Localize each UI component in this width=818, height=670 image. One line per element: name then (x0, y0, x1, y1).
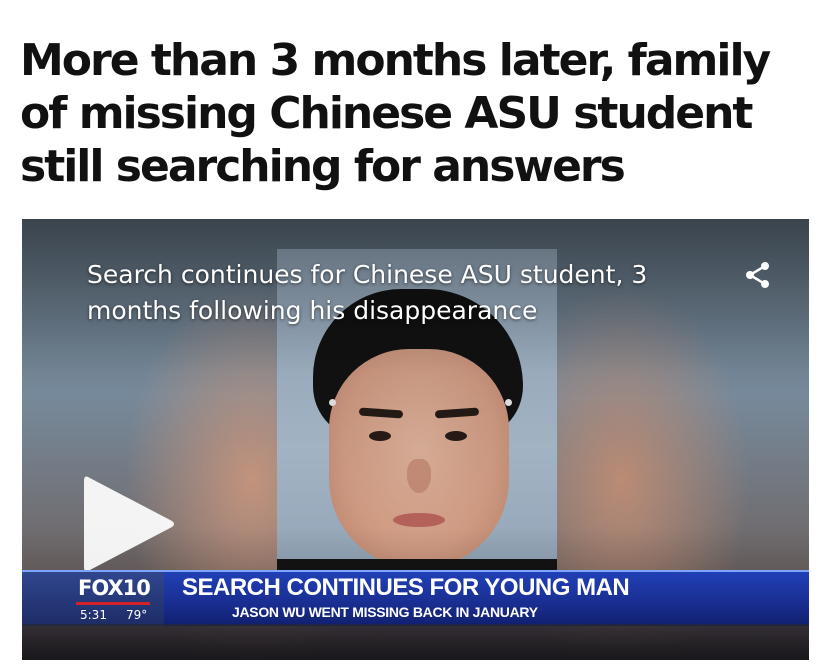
video-player[interactable]: Search continues for Chinese ASU student… (22, 219, 809, 660)
broadcast-time: 5:31 (80, 608, 107, 622)
play-icon (84, 476, 174, 572)
station-brand-box: FOX10 5:31 79° (22, 572, 164, 626)
video-caption: Search continues for Chinese ASU student… (87, 260, 648, 325)
station-logo: FOX10 (78, 576, 151, 600)
lower-third-headline: SEARCH CONTINUES FOR YOUNG MAN (182, 574, 630, 601)
lower-third-subline: JASON WU WENT MISSING BACK IN JANUARY (232, 604, 538, 620)
temperature: 79° (126, 608, 148, 622)
video-bottom-strip (22, 624, 809, 660)
article-page: More than 3 months later, family of miss… (0, 0, 818, 670)
play-button[interactable] (68, 469, 178, 579)
article-headline: More than 3 months later, family of miss… (20, 35, 771, 192)
share-button[interactable] (738, 255, 778, 295)
news-lower-third: FOX10 5:31 79° SEARCH CONTINUES FOR YOUN… (22, 570, 809, 626)
share-icon (746, 262, 769, 288)
